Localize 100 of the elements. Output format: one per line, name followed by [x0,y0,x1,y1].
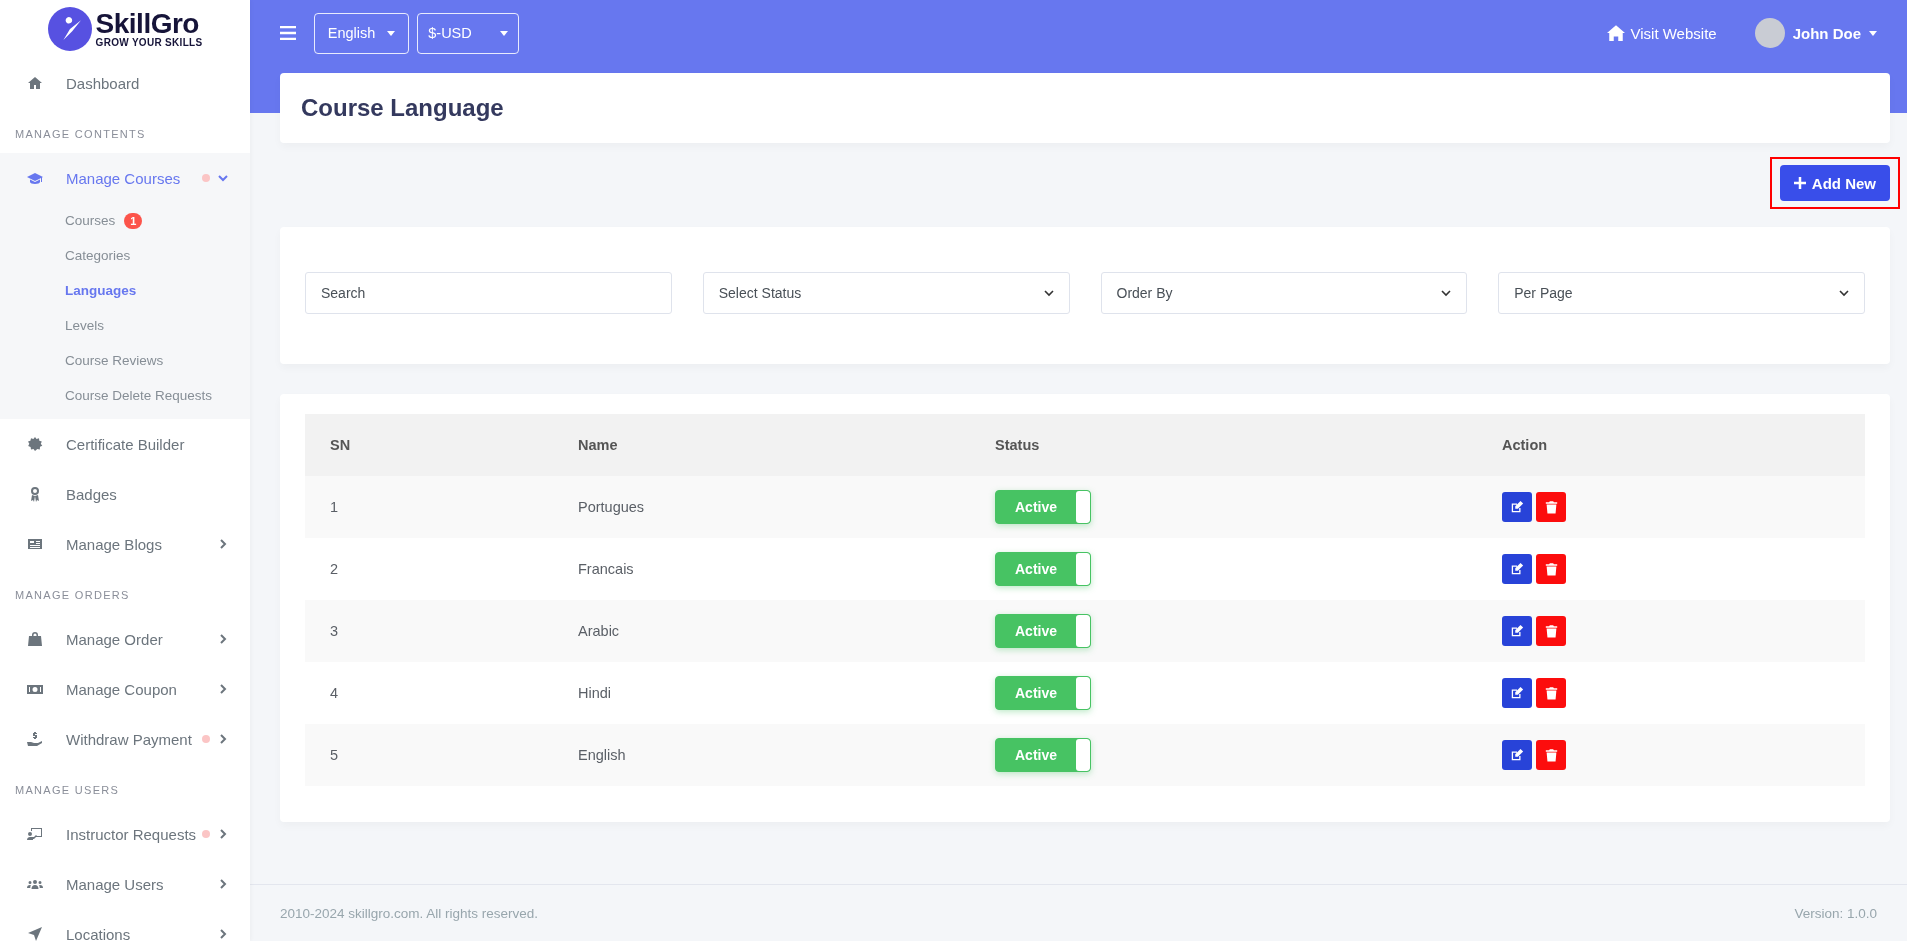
sidebar-item[interactable]: Manage Users [0,859,250,909]
submenu-item[interactable]: Course Delete Requests [0,378,250,413]
visit-website-link[interactable]: Visit Website [1605,24,1717,42]
column-header: Name [553,414,970,476]
chevron-right-icon [218,634,228,644]
trash-icon [1544,624,1558,638]
table-cell: 3 [330,623,339,639]
sidebar-item[interactable]: Instructor Requests [0,809,250,859]
status-toggle[interactable]: Active [995,552,1091,586]
submenu-item[interactable]: Levels [0,308,250,343]
currency-dropdown[interactable]: $-USD [417,12,519,54]
newspaper-icon [27,536,43,552]
sidebar-item[interactable]: Certificate Builder [0,419,250,469]
sidebar-section-label: MANAGE USERS [14,783,121,798]
graduation-cap-icon [27,170,43,186]
gear-icon [27,436,43,452]
location-arrow-icon [27,926,43,941]
delete-button[interactable] [1536,678,1566,708]
table-cell: English [578,747,626,763]
table-cell: 5 [330,747,339,763]
caret-icon [387,30,396,36]
chevron-right-icon [218,684,228,694]
sidebar-item[interactable]: Manage Coupon [0,664,250,714]
language-dropdown[interactable]: English [314,12,409,54]
page-title: Course Language [301,94,504,122]
home-icon [1605,24,1626,42]
logo-tagline: GROW YOUR SKILLS [95,38,203,48]
edit-button[interactable] [1502,678,1532,708]
avatar [1754,18,1785,48]
sidebar-item[interactable]: Badges [0,469,250,519]
column-header: SN [305,414,553,476]
submenu-item[interactable]: Languages [0,273,250,308]
table-cell: 1 [330,499,339,515]
submenu-item[interactable]: Categories [0,238,250,273]
user-menu[interactable]: John Doe [1754,18,1877,48]
table-cell: Arabic [578,623,620,639]
edit-icon [1510,748,1524,762]
home-icon [27,75,43,91]
chevron-down-icon [1043,288,1054,298]
chevron-right-icon [218,829,228,839]
copyright-text: 2010-2024 skillgro.com. All rights reserved. [280,905,539,921]
status-toggle[interactable]: Active [995,676,1091,710]
logo-name: SkillGro [95,10,199,38]
select-field[interactable]: Select Status [702,272,1070,314]
status-toggle[interactable]: Active [995,490,1091,524]
column-header: Action [1477,414,1865,476]
edit-button[interactable] [1502,740,1532,770]
table-cell: Hindi [578,685,612,701]
trash-icon [1544,748,1558,762]
chevron-right-icon [218,929,228,939]
delete-button[interactable] [1536,616,1566,646]
search-field[interactable]: Search [305,272,672,314]
logo-icon [47,7,92,51]
plus-icon [1793,177,1806,189]
select-field[interactable]: Order By [1100,272,1468,314]
delete-button[interactable] [1536,554,1566,584]
table-cell: Portugues [578,499,645,515]
hand-coin-icon [27,731,43,747]
add-new-button[interactable]: Add New [1779,165,1890,201]
status-toggle[interactable]: Active [995,614,1091,648]
trash-icon [1544,562,1558,576]
presentation-icon [27,826,43,842]
delete-button[interactable] [1536,740,1566,770]
select-field[interactable]: Per Page [1498,272,1865,314]
delete-button[interactable] [1536,492,1566,522]
chevron-down-icon [1839,288,1849,298]
sidebar-item[interactable]: Dashboard [0,58,250,108]
table-cell: Francais [578,561,634,577]
chevron-right-icon [218,734,228,744]
edit-icon [1510,624,1524,638]
edit-button[interactable] [1502,616,1532,646]
sidebar-section-label: MANAGE CONTENTS [14,127,147,142]
bag-icon [27,631,43,647]
sidebar-section-label: MANAGE ORDERS [14,588,131,603]
sidebar-item[interactable]: Manage Courses [0,153,250,203]
edit-icon [1510,686,1524,700]
chevron-right-icon [218,879,228,889]
menu-icon[interactable] [280,26,296,40]
sidebar-item[interactable]: Manage Blogs [0,519,250,569]
caret-icon [499,30,508,36]
edit-button[interactable] [1502,492,1532,522]
edit-button[interactable] [1502,554,1532,584]
count-badge: 1 [124,212,143,229]
sidebar-item[interactable]: Withdraw Payment [0,714,250,764]
status-toggle[interactable]: Active [995,738,1091,772]
version-text: Version: 1.0.0 [1794,905,1877,921]
sidebar-item[interactable]: Locations [0,909,250,941]
chevron-down-icon [218,173,228,183]
table-cell: 2 [330,561,339,577]
caret-icon [1869,30,1877,36]
edit-icon [1510,500,1524,514]
chevron-right-icon [218,539,228,549]
submenu-item[interactable]: Courses 1 [0,203,250,238]
column-header: Status [970,414,1477,476]
sidebar-item[interactable]: Manage Order [0,614,250,664]
trash-icon [1544,686,1558,700]
submenu-item[interactable]: Course Reviews [0,343,250,378]
trash-icon [1544,500,1558,514]
edit-icon [1510,562,1524,576]
table-cell: 4 [330,685,339,701]
